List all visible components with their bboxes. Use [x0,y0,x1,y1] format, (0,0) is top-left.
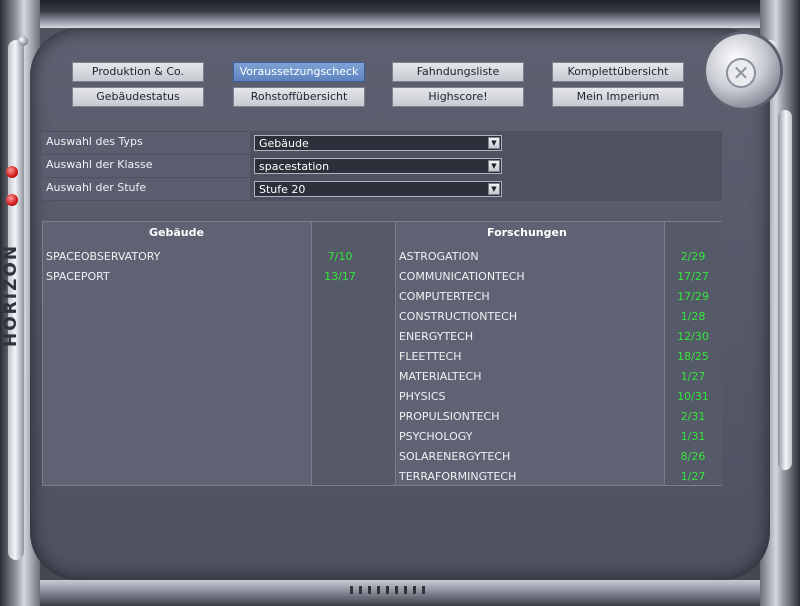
brand-logo: HORIZON [1,243,21,347]
chevron-down-icon[interactable]: ▼ [488,137,500,149]
research-name: ENERGYTECH [399,330,474,343]
building-value: 13/17 [324,270,356,283]
research-header: Forschungen [487,226,567,239]
nav-button-produktion-co[interactable]: Produktion & Co. [72,62,204,82]
nav-button-highscore[interactable]: Highscore! [392,87,524,107]
divider [395,222,396,485]
building-name: SPACEPORT [46,270,110,283]
research-value: 12/30 [677,330,709,343]
level-select-value: Stufe 20 [259,183,306,196]
type-row: Auswahl des Typs Gebäude ▼ [42,132,722,155]
research-value: 17/29 [677,290,709,303]
research-name: CONSTRUCTIONTECH [399,310,518,323]
research-value: 10/31 [677,390,709,403]
red-light-icon [6,194,18,206]
type-label: Auswahl des Typs [46,135,143,148]
research-name: COMMUNICATIONTECH [399,270,525,283]
research-name: MATERIALTECH [399,370,482,383]
rivet-icon [18,36,28,46]
chevron-down-icon[interactable]: ▼ [488,160,500,172]
research-name: PROPULSIONTECH [399,410,500,423]
research-name: COMPUTERTECH [399,290,490,303]
class-select[interactable]: spacestation ▼ [254,158,502,174]
divider [664,222,665,485]
type-select-value: Gebäude [259,137,309,150]
class-label: Auswahl der Klasse [46,158,153,171]
level-label-box: Auswahl der Stufe [42,178,250,200]
nav-button-mein-imperium[interactable]: Mein Imperium [552,87,684,107]
class-label-box: Auswahl der Klasse [42,155,250,177]
requirements-table: Gebäude Forschungen SPACEOBSERVATORY 7/10… [42,221,722,486]
class-select-value: spacestation [259,160,330,173]
type-label-box: Auswahl des Typs [42,132,250,154]
close-icon[interactable]: ✕ [726,58,756,88]
class-row: Auswahl der Klasse spacestation ▼ [42,155,722,178]
research-value: 17/27 [677,270,709,283]
research-value: 1/27 [680,370,706,383]
research-value: 1/28 [680,310,706,323]
chevron-down-icon[interactable]: ▼ [488,183,500,195]
research-value: 2/31 [680,410,706,423]
nav-button-rohstoffübersicht[interactable]: Rohstoffübersicht [233,87,365,107]
filter-panel: Auswahl des Typs Gebäude ▼ Auswahl der K… [42,131,722,201]
level-label: Auswahl der Stufe [46,181,147,194]
nav-button-fahndungsliste[interactable]: Fahndungsliste [392,62,524,82]
level-row: Auswahl der Stufe Stufe 20 ▼ [42,178,722,201]
research-name: FLEETTECH [399,350,462,363]
nav-button-komplettübersicht[interactable]: Komplettübersicht [552,62,684,82]
frame-top [0,0,800,28]
nav-button-gebäudestatus[interactable]: Gebäudestatus [72,87,204,107]
research-name: SOLARENERGYTECH [399,450,511,463]
right-rail [778,110,792,470]
research-value: 1/31 [680,430,706,443]
bottom-grille [350,586,430,594]
research-value: 8/26 [680,450,706,463]
building-value: 7/10 [327,250,353,263]
research-name: ASTROGATION [399,250,479,263]
level-select[interactable]: Stufe 20 ▼ [254,181,502,197]
nav-button-voraussetzungscheck[interactable]: Voraussetzungscheck [233,62,365,82]
research-name: PHYSICS [399,390,446,403]
divider [311,222,312,485]
research-name: PSYCHOLOGY [399,430,473,443]
buildings-header: Gebäude [149,226,204,239]
research-name: TERRAFORMINGTECH [399,470,517,483]
building-name: SPACEOBSERVATORY [46,250,161,263]
research-value: 18/25 [677,350,709,363]
research-value: 2/29 [680,250,706,263]
type-select[interactable]: Gebäude ▼ [254,135,502,151]
research-value: 1/27 [680,470,706,483]
red-light-icon [6,166,18,178]
